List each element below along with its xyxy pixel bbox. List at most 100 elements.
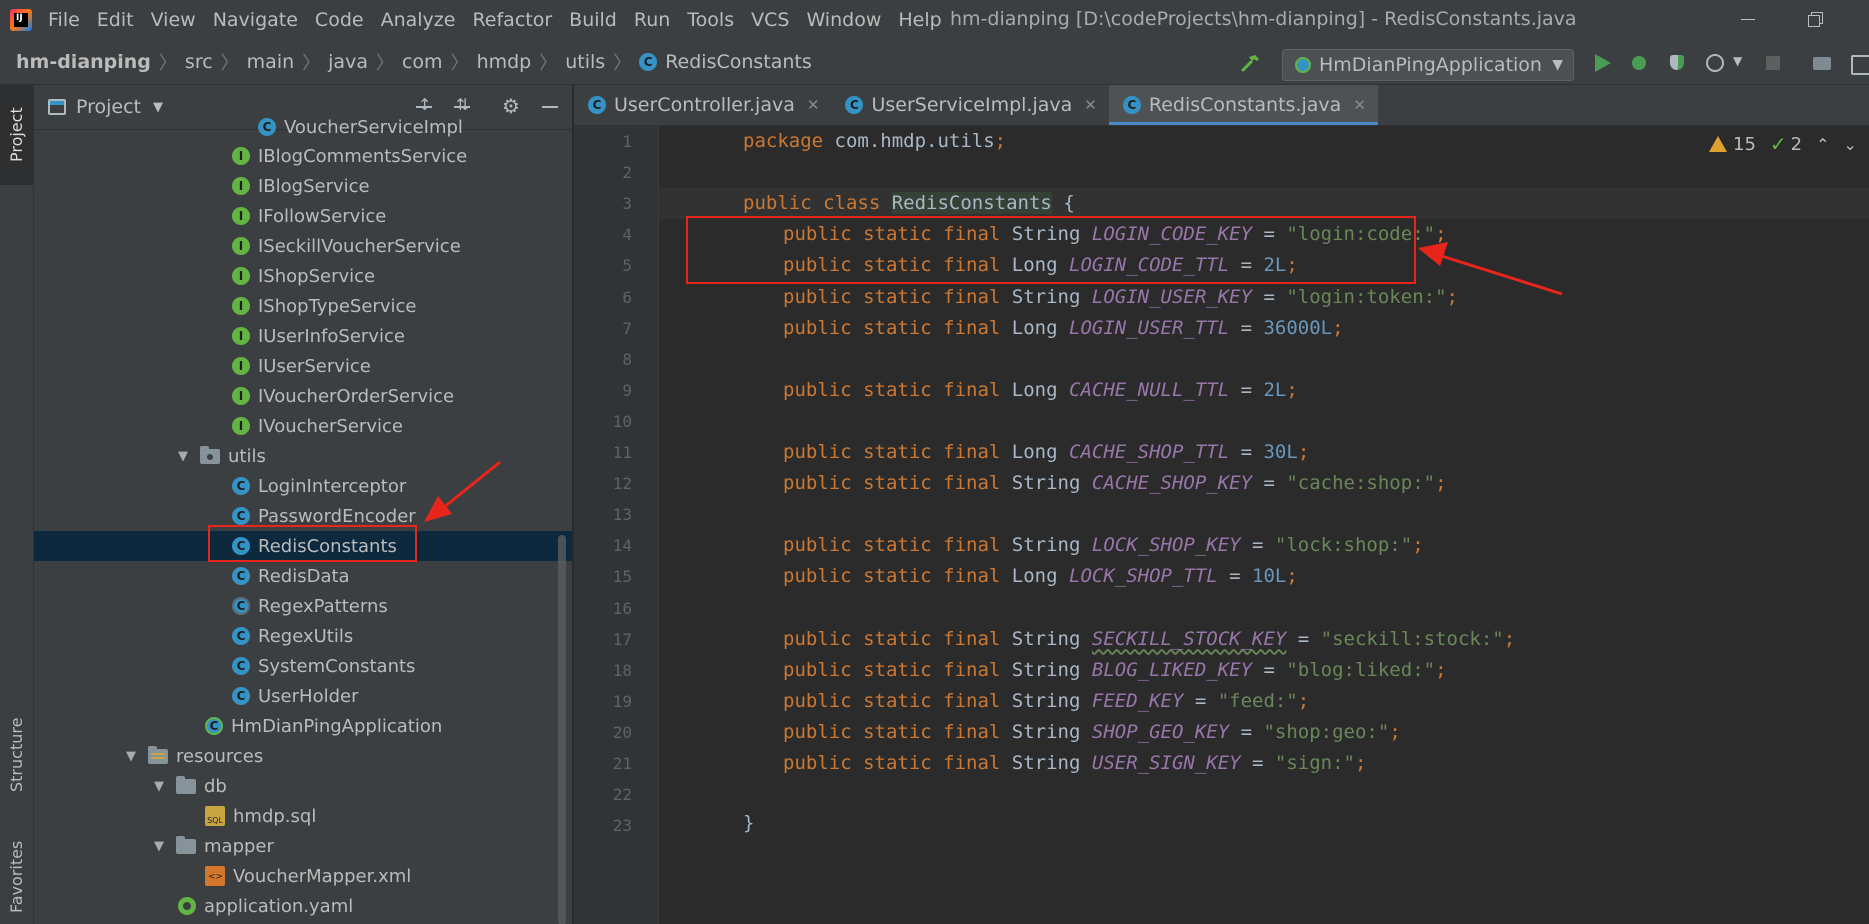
breadcrumb-utils[interactable]: utils (565, 51, 605, 73)
code-line-field[interactable]: public static final Long LOGIN_USER_TTL … (783, 313, 1344, 344)
project-panel-scrollbar[interactable] (558, 535, 566, 924)
tree-item-iseckillvoucherservice[interactable]: I ISeckillVoucherService (34, 231, 572, 261)
menu-code[interactable]: Code (315, 7, 364, 33)
code-line-class-decl[interactable]: public class RedisConstants { (743, 188, 1075, 219)
breadcrumb-hmdp[interactable]: hmdp (477, 51, 532, 73)
warning-icon (1709, 136, 1727, 152)
tree-item-iuserinfoservice[interactable]: I IUserInfoService (34, 321, 572, 351)
tree-item-redisdata[interactable]: C RedisData (34, 561, 572, 591)
breadcrumb-com[interactable]: com (402, 51, 443, 73)
chevron-down-icon[interactable]: ▼ (124, 749, 138, 764)
tree-item-resources[interactable]: ▼ resources (34, 741, 572, 771)
coverage-icon[interactable] (1667, 52, 1689, 74)
tree-item-voucherserviceimpl[interactable]: C VoucherServiceImpl (34, 112, 572, 142)
chevron-up-icon[interactable]: ⌃ (1816, 135, 1829, 154)
run-configuration-select[interactable]: HmDianPingApplication ▼ (1282, 49, 1574, 81)
code-line-field[interactable]: public static final String BLOG_LIKED_KE… (783, 655, 1447, 686)
line-number-gutter[interactable]: 1 2 3 4 5 6 7 8 9 10 11 12 13 14 15 16 17 18 19 20 21 22 23 (574, 126, 659, 924)
tree-item-userholder[interactable]: C UserHolder (34, 681, 572, 711)
tree-item-hmdianpingapplication[interactable]: C HmDianPingApplication (34, 711, 572, 741)
tool-tab-favorites[interactable]: Favorites (0, 830, 33, 924)
menu-build[interactable]: Build (569, 7, 617, 33)
tree-item-utils[interactable]: ▼ utils (34, 441, 572, 471)
code-line-field[interactable]: public static final Long CACHE_SHOP_TTL … (783, 437, 1309, 468)
inspection-widget[interactable]: 15 ✓ 2 ⌃ ⌄ (1709, 131, 1869, 157)
stop-icon[interactable] (1762, 52, 1784, 74)
restore-icon[interactable] (1806, 9, 1826, 29)
menu-run[interactable]: Run (634, 7, 670, 33)
menu-analyze[interactable]: Analyze (381, 7, 456, 33)
build-hammer-icon[interactable] (1240, 52, 1262, 74)
tree-item-hmdp-sql[interactable]: SQL hmdp.sql (34, 801, 572, 831)
code-line-field[interactable]: public static final String LOGIN_USER_KE… (783, 282, 1458, 313)
chevron-down-icon[interactable]: ▼ (176, 449, 190, 464)
minimize-icon[interactable] (1738, 9, 1758, 29)
tree-item-vouchermapper-xml[interactable]: VoucherMapper.xml (34, 861, 572, 891)
close-icon[interactable]: ✕ (807, 96, 820, 114)
code-line-field[interactable]: public static final String FEED_KEY = "f… (783, 686, 1309, 717)
tree-item-ishopservice[interactable]: I IShopService (34, 261, 572, 291)
tab-userserviceimpl[interactable]: C UserServiceImpl.java ✕ (831, 85, 1108, 125)
tree-item-db[interactable]: ▼ db (34, 771, 572, 801)
tool-tab-structure[interactable]: Structure (0, 705, 33, 805)
menu-file[interactable]: File (48, 7, 80, 33)
code-line-package[interactable]: package com.hmdp.utils; (743, 126, 1006, 157)
breadcrumb-src[interactable]: src (185, 51, 213, 73)
menu-tools[interactable]: Tools (687, 7, 734, 33)
modifiers: public static final (783, 316, 1012, 339)
tree-item-application-yaml[interactable]: application.yaml (34, 891, 572, 921)
tree-item-ivoucherservice[interactable]: I IVoucherService (34, 411, 572, 441)
tree-item-regexpatterns[interactable]: C RegexPatterns (34, 591, 572, 621)
tree-item-iblogservice[interactable]: I IBlogService (34, 171, 572, 201)
code-line-field[interactable]: public static final String LOCK_SHOP_KEY… (783, 530, 1424, 561)
tree-item-systemconstants[interactable]: C SystemConstants (34, 651, 572, 681)
tree-item-mapper[interactable]: ▼ mapper (34, 831, 572, 861)
code-line-field[interactable]: public static final Long LOCK_SHOP_TTL =… (783, 561, 1298, 592)
menu-view[interactable]: View (151, 7, 196, 33)
code-line-field[interactable]: public static final String CACHE_SHOP_KE… (783, 468, 1447, 499)
breadcrumb-java[interactable]: java (328, 51, 368, 73)
chevron-down-icon[interactable]: ⌄ (1844, 135, 1857, 154)
tree-item-ivoucherorderservice[interactable]: I IVoucherOrderService (34, 381, 572, 411)
menu-navigate[interactable]: Navigate (213, 7, 298, 33)
search-everywhere-icon[interactable] (1849, 52, 1869, 75)
chevron-down-icon[interactable]: ▼ (152, 839, 166, 854)
code-line-field[interactable]: public static final Long CACHE_NULL_TTL … (783, 375, 1298, 406)
tree-item-ishoptypeservice[interactable]: I IShopTypeService (34, 291, 572, 321)
menu-vcs[interactable]: VCS (751, 7, 789, 33)
menu-window[interactable]: Window (806, 7, 881, 33)
menu-edit[interactable]: Edit (97, 7, 134, 33)
breadcrumb-main[interactable]: main (247, 51, 294, 73)
close-icon[interactable]: ✕ (1353, 96, 1366, 114)
tab-redisconstants[interactable]: C RedisConstants.java ✕ (1108, 85, 1378, 125)
tree-item-logininterceptor[interactable]: C LoginInterceptor (34, 471, 572, 501)
close-icon[interactable]: ✕ (1084, 96, 1097, 114)
code-line-closing-brace[interactable]: } (743, 808, 754, 839)
code-line-field[interactable]: public static final String USER_SIGN_KEY… (783, 748, 1366, 779)
field-type: Long (1011, 378, 1058, 401)
code-line-field[interactable]: public static final String SHOP_GEO_KEY … (783, 717, 1401, 748)
tree-item-ifollowservice[interactable]: I IFollowService (34, 201, 572, 231)
chevron-right-icon: 〉 (302, 53, 321, 74)
line-number: 18 (612, 660, 632, 680)
tree-item-regexutils[interactable]: C RegexUtils (34, 621, 572, 651)
modifiers: public static final (783, 658, 1012, 681)
breadcrumb-file[interactable]: C RedisConstants (639, 51, 812, 73)
tree-item-label: SystemConstants (258, 655, 416, 677)
project-structure-icon[interactable] (1811, 52, 1833, 74)
line-number: 23 (612, 816, 632, 836)
tree-item-iblogcommentsservice[interactable]: I IBlogCommentsService (34, 141, 572, 171)
chevron-down-icon[interactable]: ▼ (1733, 54, 1742, 68)
tree-item-iuserservice[interactable]: I IUserService (34, 351, 572, 381)
code-line-field[interactable]: public static final String SECKILL_STOCK… (783, 624, 1515, 655)
profiler-icon[interactable] (1704, 52, 1726, 74)
breadcrumb-project[interactable]: hm-dianping (16, 51, 151, 73)
field-name: CACHE_NULL_TTL (1069, 378, 1230, 401)
menu-refactor[interactable]: Refactor (472, 7, 552, 33)
menu-help[interactable]: Help (898, 7, 941, 33)
chevron-down-icon[interactable]: ▼ (152, 779, 166, 794)
tool-tab-project[interactable]: Project (0, 85, 33, 185)
run-icon[interactable] (1591, 52, 1613, 74)
tab-usercontroller[interactable]: C UserController.java ✕ (574, 85, 831, 125)
debug-icon[interactable] (1628, 52, 1650, 74)
